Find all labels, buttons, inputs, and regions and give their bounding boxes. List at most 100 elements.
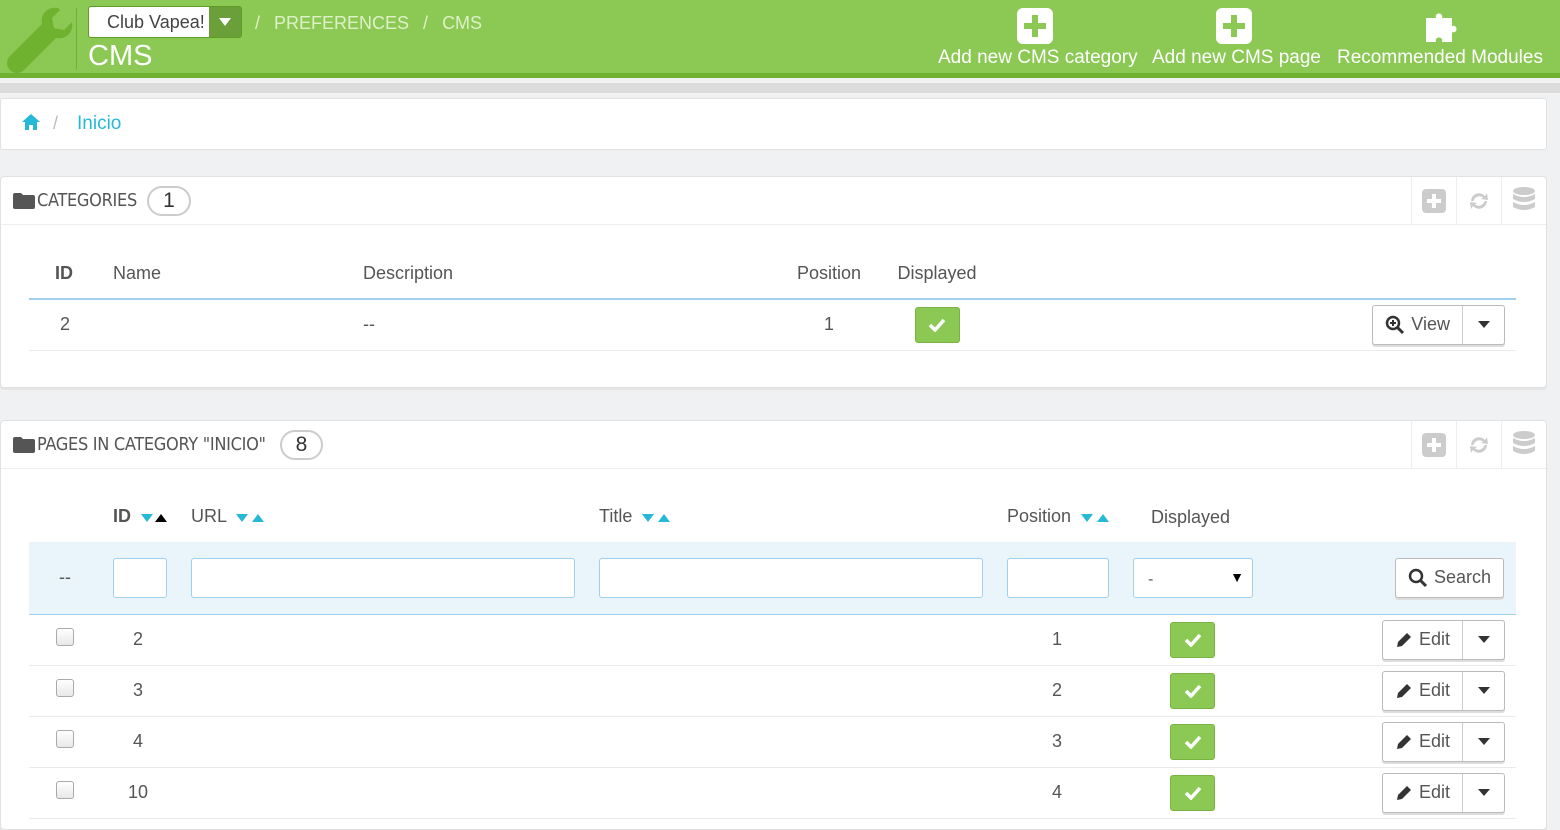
bulk-filter: -- — [29, 542, 113, 615]
sort-icon[interactable] — [1080, 507, 1112, 528]
database-icon[interactable] — [1501, 421, 1546, 468]
edit-button[interactable]: Edit — [1383, 620, 1463, 659]
database-icon[interactable] — [1501, 177, 1546, 224]
table-row[interactable]: 10 4 Edit — [29, 767, 1516, 819]
caret-down-icon[interactable] — [1463, 306, 1504, 344]
page-title: CMS — [88, 40, 153, 72]
sort-icon[interactable] — [140, 507, 168, 528]
col-actions — [1273, 492, 1516, 542]
add-cms-page-button[interactable]: Add new CMS page — [1152, 8, 1321, 69]
table-row[interactable]: 2 -- 1 View — [29, 299, 1516, 351]
edit-label: Edit — [1418, 629, 1450, 649]
cell-position: 2 — [1007, 665, 1133, 717]
row-checkbox[interactable] — [56, 679, 74, 697]
sort-icon[interactable] — [641, 507, 673, 528]
pencil-icon — [1396, 785, 1411, 800]
row-checkbox[interactable] — [56, 781, 74, 799]
breadcrumb-current[interactable]: Inicio — [77, 113, 121, 135]
home-icon[interactable] — [21, 113, 41, 136]
row-checkbox[interactable] — [56, 628, 74, 646]
crumb-separator: / — [255, 13, 261, 33]
recommended-modules-button[interactable]: Recommended Modules — [1336, 8, 1544, 69]
sort-icon[interactable] — [235, 507, 267, 528]
edit-button-group: Edit — [1381, 619, 1505, 660]
zoom-in-icon — [1386, 315, 1405, 334]
edit-button-group: Edit — [1381, 772, 1505, 813]
cell-position: 4 — [1007, 767, 1133, 819]
enabled-check-icon[interactable] — [1170, 672, 1215, 709]
table-row[interactable]: 4 3 Edit — [29, 716, 1516, 768]
edit-button-group: Edit — [1381, 721, 1505, 762]
col-url: URL — [191, 506, 227, 527]
category-breadcrumb: / Inicio — [0, 98, 1547, 150]
add-icon[interactable] — [1411, 177, 1456, 224]
cell-title — [599, 716, 1007, 768]
displayed-filter-select[interactable]: - ▼ — [1133, 557, 1253, 598]
cell-url — [191, 767, 599, 819]
pages-title: PAGES IN CATEGORY "INICIO" — [37, 434, 266, 455]
pages-panel: PAGES IN CATEGORY "INICIO" 8 ID URL Titl… — [0, 420, 1547, 830]
categories-heading: CATEGORIES 1 — [1, 177, 1546, 225]
refresh-icon[interactable] — [1456, 177, 1501, 224]
url-filter-input[interactable] — [191, 557, 575, 598]
cell-description: -- — [363, 299, 763, 351]
title-filter-input[interactable] — [599, 557, 983, 598]
caret-down-icon — [209, 7, 241, 37]
recommended-modules-label: Recommended Modules — [1337, 47, 1543, 68]
crumb-cms[interactable]: CMS — [442, 13, 482, 34]
folder-icon — [13, 437, 35, 458]
row-checkbox[interactable] — [56, 730, 74, 748]
edit-button[interactable]: Edit — [1383, 722, 1463, 761]
view-button[interactable]: View — [1373, 305, 1463, 344]
header-breadcrumb: / PREFERENCES / CMS — [255, 13, 482, 34]
cell-displayed — [895, 299, 979, 351]
table-header-row: ID Name Description Position Displayed — [29, 249, 1516, 299]
caret-down-icon[interactable] — [1463, 621, 1504, 659]
shop-selector[interactable]: Club Vapea! — [88, 6, 242, 38]
refresh-icon[interactable] — [1456, 421, 1501, 468]
col-id-header: ID — [113, 492, 191, 542]
caret-down-icon[interactable] — [1463, 723, 1504, 761]
pages-table: ID URL Title Position Displayed -- - ▼ S… — [29, 492, 1516, 819]
col-description: Description — [363, 263, 454, 283]
header-shadow — [0, 83, 1560, 93]
categories-count-badge: 1 — [147, 186, 191, 216]
page-header: Club Vapea! / PREFERENCES / CMS CMS Add … — [0, 0, 1560, 78]
cell-title — [599, 665, 1007, 717]
col-title: Title — [599, 506, 633, 527]
cell-id: 2 — [29, 299, 113, 351]
edit-button[interactable]: Edit — [1383, 671, 1463, 710]
id-filter-input[interactable] — [113, 557, 167, 598]
cell-position: 3 — [1007, 716, 1133, 768]
col-url-header: URL — [191, 492, 599, 542]
search-icon — [1408, 568, 1428, 587]
edit-button[interactable]: Edit — [1383, 773, 1463, 812]
search-button[interactable]: Search — [1394, 557, 1504, 598]
enabled-check-icon[interactable] — [1170, 621, 1215, 658]
pencil-icon — [1396, 632, 1411, 647]
enabled-check-icon[interactable] — [1170, 774, 1215, 811]
add-icon[interactable] — [1411, 421, 1456, 468]
caret-down-icon: ▼ — [1230, 568, 1244, 585]
edit-label: Edit — [1418, 782, 1450, 802]
table-row[interactable]: 2 1 Edit — [29, 614, 1516, 666]
table-header-row: ID URL Title Position Displayed — [29, 492, 1516, 542]
add-cms-category-button[interactable]: Add new CMS category — [938, 8, 1138, 69]
col-name: Name — [113, 263, 162, 283]
col-position: Position — [1007, 506, 1072, 527]
col-title-header: Title — [599, 492, 1007, 542]
crumb-preferences[interactable]: PREFERENCES — [274, 13, 409, 34]
plus-square-icon — [1017, 8, 1053, 44]
caret-down-icon[interactable] — [1463, 774, 1504, 812]
col-position-header: Position — [1007, 492, 1133, 542]
edit-label: Edit — [1418, 731, 1450, 751]
cell-id: 10 — [113, 767, 191, 819]
position-filter-input[interactable] — [1007, 557, 1109, 598]
displayed-filter-value: - — [1148, 570, 1154, 588]
enabled-check-icon[interactable] — [1170, 723, 1215, 760]
caret-down-icon[interactable] — [1463, 672, 1504, 710]
add-cms-category-label: Add new CMS category — [938, 47, 1138, 68]
wrench-icon — [0, 0, 76, 78]
enabled-check-icon[interactable] — [914, 306, 960, 343]
table-row[interactable]: 3 2 Edit — [29, 665, 1516, 717]
